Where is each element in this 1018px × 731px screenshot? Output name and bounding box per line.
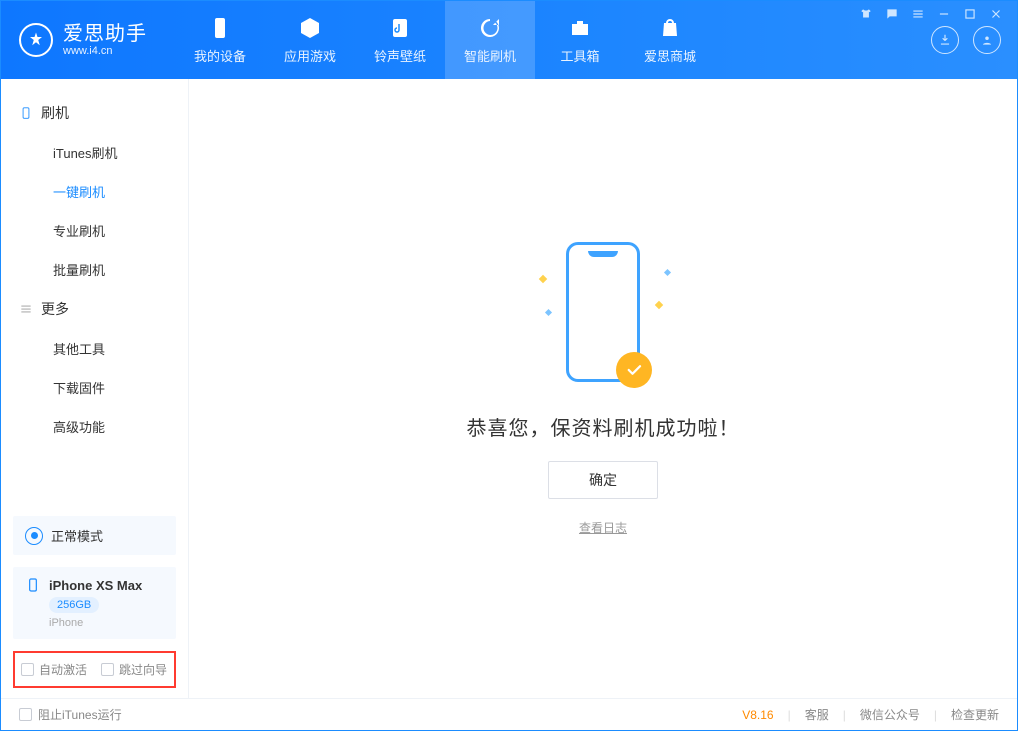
tab-label: 爱思商城 [644,46,696,65]
window-controls [859,7,1003,21]
footer: 阻止iTunes运行 V8.16 | 客服 | 微信公众号 | 检查更新 [1,698,1017,730]
mode-label: 正常模式 [51,526,103,545]
music-icon [388,16,412,40]
mode-icon [25,527,43,545]
user-button[interactable] [973,26,1001,54]
download-button[interactable] [931,26,959,54]
tab-tools[interactable]: 工具箱 [535,1,625,79]
device-name: iPhone XS Max [49,578,142,593]
support-link[interactable]: 客服 [805,706,829,723]
group-label: 更多 [41,299,69,319]
cube-icon [298,16,322,40]
main-panel: 恭喜您，保资料刷机成功啦！ 确定 查看日志 [189,79,1017,698]
phone-icon [25,577,41,593]
sidebar-item-onekey[interactable]: 一键刷机 [1,172,188,211]
tab-flash[interactable]: 智能刷机 [445,1,535,79]
checkbox-label: 自动激活 [39,661,87,678]
ok-button[interactable]: 确定 [548,461,658,499]
success-illustration [556,242,650,392]
sidebar-group-more: 更多 [1,289,188,329]
device-type: iPhone [49,617,83,629]
tab-label: 工具箱 [560,46,599,65]
refresh-icon [478,16,502,40]
body: 刷机 iTunes刷机 一键刷机 专业刷机 批量刷机 更多 其他工具 下载固件 … [1,79,1017,698]
group-label: 刷机 [41,103,69,123]
tab-label: 我的设备 [194,46,246,65]
app-url: www.i4.cn [63,45,147,57]
feedback-icon[interactable] [885,7,899,21]
bag-icon [658,16,682,40]
sidebar-item-itunes[interactable]: iTunes刷机 [1,133,188,172]
check-badge-icon [616,352,652,388]
sidebar-item-advanced[interactable]: 高级功能 [1,407,188,446]
sidebar-item-batch[interactable]: 批量刷机 [1,250,188,289]
tab-apps[interactable]: 应用游戏 [265,1,355,79]
logo-icon [19,23,53,57]
tab-store[interactable]: 爱思商城 [625,1,715,79]
sidebar: 刷机 iTunes刷机 一键刷机 专业刷机 批量刷机 更多 其他工具 下载固件 … [1,79,189,698]
options-highlight: 自动激活 跳过向导 [13,651,176,688]
success-message: 恭喜您，保资料刷机成功啦！ [467,412,740,441]
sidebar-group-flash: 刷机 [1,93,188,133]
sidebar-item-other[interactable]: 其他工具 [1,329,188,368]
update-link[interactable]: 检查更新 [951,706,999,723]
checkbox-icon [21,663,34,676]
checkbox-block-itunes[interactable]: 阻止iTunes运行 [19,706,122,723]
phone-icon [208,16,232,40]
tab-label: 应用游戏 [284,46,336,65]
tshirt-icon[interactable] [859,7,873,21]
menu-icon[interactable] [911,7,925,21]
device-icon [19,106,33,120]
toolbox-icon [568,16,592,40]
main-tabs: 我的设备 应用游戏 铃声壁纸 智能刷机 工具箱 爱思商城 [175,1,715,79]
sidebar-item-pro[interactable]: 专业刷机 [1,211,188,250]
tab-label: 铃声壁纸 [374,46,426,65]
checkbox-auto-activate[interactable]: 自动激活 [21,661,87,678]
view-log-link[interactable]: 查看日志 [579,519,627,536]
app-title: 爱思助手 [63,23,147,45]
version-label: V8.16 [742,708,773,722]
close-icon[interactable] [989,7,1003,21]
wechat-link[interactable]: 微信公众号 [860,706,920,723]
tab-ring[interactable]: 铃声壁纸 [355,1,445,79]
maximize-icon[interactable] [963,7,977,21]
device-storage: 256GB [49,597,99,613]
sidebar-item-download[interactable]: 下载固件 [1,368,188,407]
checkbox-skip-guide[interactable]: 跳过向导 [101,661,167,678]
tab-label: 智能刷机 [464,46,516,65]
device-mode-card[interactable]: 正常模式 [13,516,176,555]
checkbox-label: 阻止iTunes运行 [38,706,122,723]
checkbox-label: 跳过向导 [119,661,167,678]
checkbox-icon [19,708,32,721]
tab-device[interactable]: 我的设备 [175,1,265,79]
device-info-card[interactable]: iPhone XS Max 256GB iPhone [13,567,176,639]
minimize-icon[interactable] [937,7,951,21]
checkbox-icon [101,663,114,676]
list-icon [19,302,33,316]
logo: 爱思助手 www.i4.cn [1,1,165,79]
